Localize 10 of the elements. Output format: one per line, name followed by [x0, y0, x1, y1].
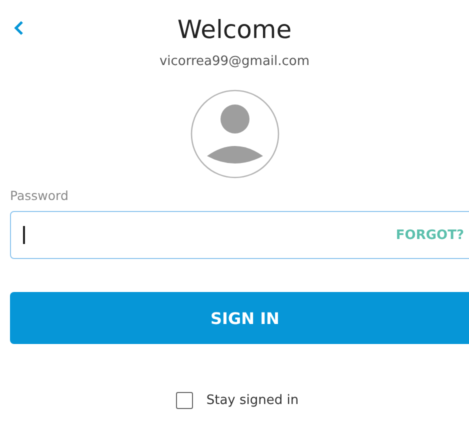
- avatar-icon: [190, 89, 280, 179]
- stay-signed-in-label: Stay signed in: [206, 393, 299, 408]
- password-label: Password: [10, 188, 70, 203]
- back-icon[interactable]: [13, 20, 25, 36]
- stay-signed-in-checkbox[interactable]: [176, 392, 194, 409]
- sign-in-button[interactable]: SIGN IN: [10, 292, 469, 344]
- forgot-link[interactable]: FORGOT?: [396, 228, 464, 242]
- window-title: Welcome: [177, 14, 292, 44]
- email-text: vicorrea99@gmail.com: [158, 54, 311, 69]
- password-field[interactable]: FORGOT?: [10, 211, 469, 259]
